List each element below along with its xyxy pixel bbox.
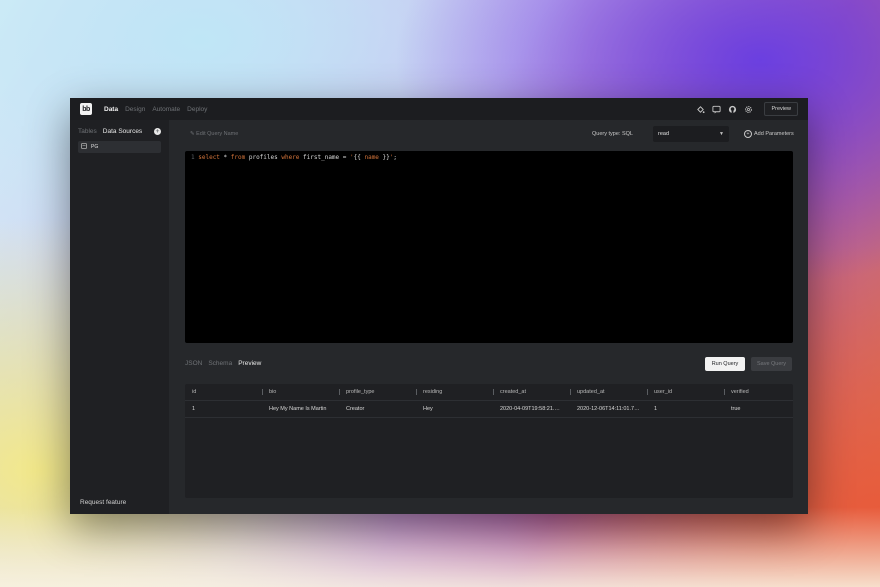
column-header-residing[interactable]: residing bbox=[416, 384, 493, 400]
table-row[interactable]: 1 Hey My Name Is Martin Creator Hey 2020… bbox=[185, 401, 793, 418]
tab-schema[interactable]: Schema bbox=[208, 360, 232, 367]
sidebar-tabs: Tables Data Sources + bbox=[70, 120, 169, 135]
save-query-button[interactable]: Save Query bbox=[751, 357, 792, 371]
nav-deploy[interactable]: Deploy bbox=[187, 106, 207, 113]
column-label: residing bbox=[423, 389, 443, 395]
app-window: bb Data Design Automate Deploy Preview T bbox=[70, 98, 808, 514]
column-header-user-id[interactable]: user_id bbox=[647, 384, 724, 400]
column-divider bbox=[262, 389, 263, 395]
keyword-where: where bbox=[281, 154, 300, 161]
main-panel: ✎ Edit Query Name Query type: SQL read ▼… bbox=[169, 120, 808, 514]
column-header-created-at[interactable]: created_at bbox=[493, 384, 570, 400]
results-table: id bio profile_type residing created_at … bbox=[185, 384, 793, 498]
request-feature-link[interactable]: Request feature bbox=[80, 499, 126, 506]
table-cell: 1 bbox=[192, 406, 196, 412]
background-fade bbox=[0, 507, 880, 587]
table-cell: Hey bbox=[423, 406, 433, 412]
add-datasource-button[interactable]: + bbox=[154, 128, 161, 135]
nav-design[interactable]: Design bbox=[125, 106, 145, 113]
code-end: ; bbox=[393, 154, 398, 161]
column-divider bbox=[493, 389, 494, 395]
table-cell: Hey My Name Is Martin bbox=[269, 406, 327, 412]
logo[interactable]: bb bbox=[80, 103, 92, 115]
add-parameters-label: Add Parameters bbox=[754, 131, 794, 137]
query-type-value: read bbox=[658, 131, 670, 137]
column-label: id bbox=[192, 389, 197, 395]
top-bar: bb Data Design Automate Deploy Preview bbox=[70, 98, 808, 120]
result-tabs: JSON Schema Preview bbox=[185, 360, 261, 367]
chevron-down-icon: ▼ bbox=[719, 131, 724, 137]
table-cell: Creator bbox=[346, 406, 365, 412]
column-divider bbox=[724, 389, 725, 395]
sidebar: Tables Data Sources + PG Request feature bbox=[70, 120, 169, 514]
table-cell: 2020-04-09T19:58:21.… bbox=[500, 406, 560, 412]
line-number: 1 bbox=[191, 154, 195, 161]
keyword-from: from bbox=[230, 154, 246, 161]
code-param: name bbox=[364, 154, 379, 161]
datasource-item-pg[interactable]: PG bbox=[78, 141, 161, 153]
column-label: updated_at bbox=[577, 389, 605, 395]
column-header-bio[interactable]: bio bbox=[262, 384, 339, 400]
nav-data[interactable]: Data bbox=[104, 106, 118, 113]
tab-tables[interactable]: Tables bbox=[78, 128, 97, 135]
column-header-updated-at[interactable]: updated_at bbox=[570, 384, 647, 400]
code-table: profiles bbox=[245, 154, 282, 161]
chat-icon[interactable] bbox=[712, 105, 721, 114]
query-type-select[interactable]: read ▼ bbox=[653, 126, 729, 142]
column-header-verified[interactable]: verified bbox=[724, 384, 793, 400]
add-parameters-button[interactable]: + Add Parameters bbox=[744, 130, 794, 138]
main-nav: Data Design Automate Deploy bbox=[104, 106, 207, 113]
column-label: bio bbox=[269, 389, 277, 395]
top-actions: Preview bbox=[696, 102, 798, 116]
column-header-id[interactable]: id bbox=[185, 384, 262, 400]
column-label: created_at bbox=[500, 389, 526, 395]
column-divider bbox=[647, 389, 648, 395]
code-line: 1 select * from profiles where first_nam… bbox=[191, 154, 397, 161]
nav-automate[interactable]: Automate bbox=[152, 106, 180, 113]
table-cell: 1 bbox=[654, 406, 658, 412]
query-name-input[interactable]: ✎ Edit Query Name bbox=[190, 131, 238, 137]
datasource-label: PG bbox=[91, 144, 99, 150]
paint-bucket-icon[interactable] bbox=[696, 105, 705, 114]
tab-preview[interactable]: Preview bbox=[238, 360, 261, 367]
run-query-button[interactable]: Run Query bbox=[705, 357, 745, 371]
gear-icon[interactable] bbox=[744, 105, 753, 114]
column-divider bbox=[339, 389, 340, 395]
column-label: verified bbox=[731, 389, 749, 395]
table-header: id bio profile_type residing created_at … bbox=[185, 384, 793, 401]
sql-editor[interactable]: 1 select * from profiles where first_nam… bbox=[185, 151, 793, 343]
column-divider bbox=[416, 389, 417, 395]
code-star: * bbox=[219, 154, 231, 161]
code-condition: first_name = bbox=[299, 154, 350, 161]
table-cell: 2020-12-06T14:11:01.7… bbox=[577, 406, 640, 412]
keyword-select: select bbox=[198, 154, 220, 161]
column-label: user_id bbox=[654, 389, 673, 395]
tab-data-sources[interactable]: Data Sources bbox=[103, 128, 142, 135]
plus-circle-icon: + bbox=[744, 130, 752, 138]
column-header-profile-type[interactable]: profile_type bbox=[339, 384, 416, 400]
database-icon bbox=[81, 143, 87, 151]
code-brace-close: }} bbox=[378, 154, 390, 161]
github-icon[interactable] bbox=[728, 105, 737, 114]
code-brace-open: {{ bbox=[353, 154, 365, 161]
tab-json[interactable]: JSON bbox=[185, 360, 202, 367]
query-type-label: Query type: SQL bbox=[592, 131, 633, 137]
table-cell: true bbox=[731, 406, 741, 412]
column-label: profile_type bbox=[346, 389, 375, 395]
preview-button[interactable]: Preview bbox=[764, 102, 798, 116]
column-divider bbox=[570, 389, 571, 395]
